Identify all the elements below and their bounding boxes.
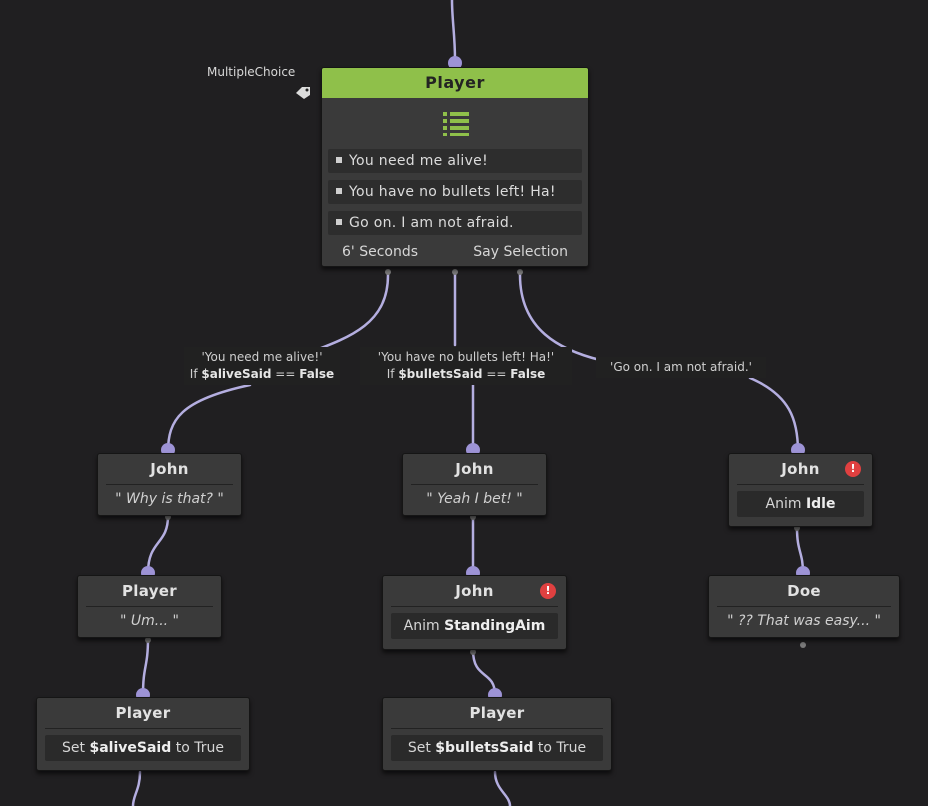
say-selection-label: Say Selection: [473, 244, 568, 260]
dialogue-line: " ?? That was easy... ": [727, 613, 881, 629]
edge-label-right[interactable]: 'Go on. I am not afraid.': [596, 357, 766, 378]
dialogue-line: " Um... ": [119, 613, 179, 629]
node-title: Doe: [787, 582, 821, 600]
wire-in-main: [450, 0, 457, 62]
action-node-player-set-left[interactable]: Player Set $aliveSaid to True: [36, 697, 250, 771]
choice-item[interactable]: You need me alive!: [328, 149, 582, 173]
edge-label-left[interactable]: 'You need me alive!' If $aliveSaid == Fa…: [184, 347, 340, 385]
node-title: Player: [469, 704, 525, 722]
wire-set-left-out: [131, 770, 142, 806]
multiple-choice-tag-label: MultipleChoice: [207, 65, 296, 79]
dialogue-node-player-left[interactable]: Player " Um... ": [77, 575, 222, 638]
action-node-player-set-mid[interactable]: Player Set $bulletsSaid to True: [382, 697, 612, 771]
wire-john-mid2-to-set-mid: [471, 648, 497, 697]
tag-icon: [296, 87, 310, 99]
node-title: John: [455, 582, 494, 600]
anim-action: Anim Idle: [737, 491, 864, 517]
node-title: John: [455, 460, 494, 478]
multiple-choice-node[interactable]: Player You need me alive! You have no bu…: [321, 67, 589, 267]
node-title: Player: [115, 704, 171, 722]
dialogue-node-john-mid[interactable]: John " Yeah I bet! ": [402, 453, 547, 516]
choice-item[interactable]: You have no bullets left! Ha!: [328, 180, 582, 204]
wire-set-mid-out: [493, 770, 512, 806]
set-variable-action: Set $bulletsSaid to True: [391, 735, 603, 761]
dialogue-node-john-left[interactable]: John " Why is that? ": [97, 453, 242, 516]
action-node-john-mid2[interactable]: John Anim StandingAim !: [382, 575, 567, 650]
warning-icon[interactable]: !: [845, 461, 861, 477]
action-node-john-right[interactable]: John Anim Idle !: [728, 453, 873, 527]
warning-icon[interactable]: !: [540, 583, 556, 599]
timeout-seconds: 6' Seconds: [342, 244, 419, 260]
wire-john-left-to-player: [146, 514, 170, 575]
dialogue-line: " Why is that? ": [115, 491, 224, 507]
dialogue-line: " Yeah I bet! ": [426, 491, 523, 507]
choice-item[interactable]: Go on. I am not afraid.: [328, 211, 582, 235]
wire-player-to-set-left: [141, 636, 150, 697]
node-title: Player: [322, 68, 588, 98]
anim-action: Anim StandingAim: [391, 613, 558, 639]
node-title: John: [150, 460, 189, 478]
set-variable-action: Set $aliveSaid to True: [45, 735, 241, 761]
edge-label-middle[interactable]: 'You have no bullets left! Ha!' If $bull…: [360, 347, 572, 385]
list-icon: [443, 112, 469, 136]
dialogue-node-doe[interactable]: Doe " ?? That was easy... ": [708, 575, 900, 638]
node-title: Player: [122, 582, 177, 600]
